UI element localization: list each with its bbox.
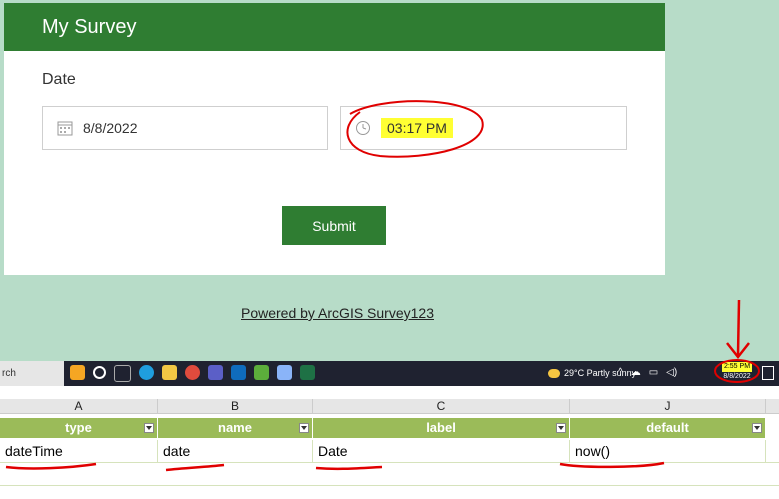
widget-icon[interactable] [70,365,85,380]
column-letter-row: A B C J [0,399,779,414]
teams-icon[interactable] [208,365,223,380]
chrome-icon[interactable] [185,365,200,380]
arrow-head-annotation [726,342,750,360]
clock-date: 8/8/2022 [723,373,751,380]
clock-icon [355,120,371,136]
arrow-annotation [736,299,741,356]
filter-dropdown-icon[interactable] [752,423,762,433]
filter-dropdown-icon[interactable] [144,423,154,433]
calendar-icon [57,120,73,136]
windows-taskbar: rch 29°C Partly sunny ^ ☁ ▭ ◁) 2:55 PM 8… [0,361,779,386]
volume-icon[interactable]: ◁) [666,367,677,378]
date-input[interactable]: 8/8/2022 [42,106,328,150]
cell-type[interactable]: dateTime [0,440,158,462]
header-cell-label[interactable]: label [313,418,570,438]
header-cell-default[interactable]: default [570,418,766,438]
file-explorer-icon[interactable] [162,365,177,380]
outlook-icon[interactable] [231,365,246,380]
header-cell-name[interactable]: name [158,418,313,438]
header-default-text: default [646,420,689,435]
column-letter-c[interactable]: C [313,399,570,413]
app-icon[interactable] [254,365,269,380]
header-label-text: label [426,420,456,435]
filter-dropdown-icon[interactable] [299,423,309,433]
column-letter-b[interactable]: B [158,399,313,413]
time-input[interactable]: 03:17 PM [340,106,627,150]
header-name-text: name [218,420,252,435]
powered-by-link[interactable]: Powered by ArcGIS Survey123 [241,305,434,321]
cell-default[interactable]: now() [570,440,766,462]
notepad-icon[interactable] [277,365,292,380]
chevron-up-icon[interactable]: ^ [618,367,623,378]
filter-dropdown-icon[interactable] [556,423,566,433]
excel-icon[interactable] [300,365,315,380]
taskbar-search-box[interactable]: rch [0,361,64,386]
cell-label[interactable]: Date [313,440,570,462]
network-icon[interactable]: ▭ [649,367,658,378]
clock-time: 2:55 PM [721,362,753,372]
task-view-icon[interactable] [114,365,131,382]
weather-icon [548,368,560,378]
survey-header: My Survey [4,3,665,51]
cell-name[interactable]: date [158,440,313,462]
cortana-icon[interactable] [93,366,106,379]
date-value: 8/8/2022 [83,120,138,136]
header-cell-type[interactable]: type [0,418,158,438]
onedrive-icon[interactable]: ☁ [631,367,641,378]
time-value: 03:17 PM [381,118,453,138]
taskbar-app-icons [70,365,315,382]
survey-title: My Survey [42,15,137,38]
system-tray: ^ ☁ ▭ ◁) [618,367,677,378]
spreadsheet: A B C J type name label default dateTime… [0,386,779,499]
search-text: rch [2,368,16,379]
header-row: type name label default [0,418,779,438]
question-label: Date [42,71,76,88]
taskbar-clock[interactable]: 2:55 PM 8/8/2022 [717,362,757,382]
empty-row [0,463,779,486]
column-letter-a[interactable]: A [0,399,158,413]
table-row: dateTime date Date now() [0,440,779,463]
column-letter-j[interactable]: J [570,399,766,413]
header-type-text: type [65,420,92,435]
survey-form: My Survey Date 8/8/2022 03:17 PM Submit [4,3,665,275]
edge-icon[interactable] [139,365,154,380]
notification-icon[interactable] [762,366,774,380]
submit-button[interactable]: Submit [282,206,386,245]
